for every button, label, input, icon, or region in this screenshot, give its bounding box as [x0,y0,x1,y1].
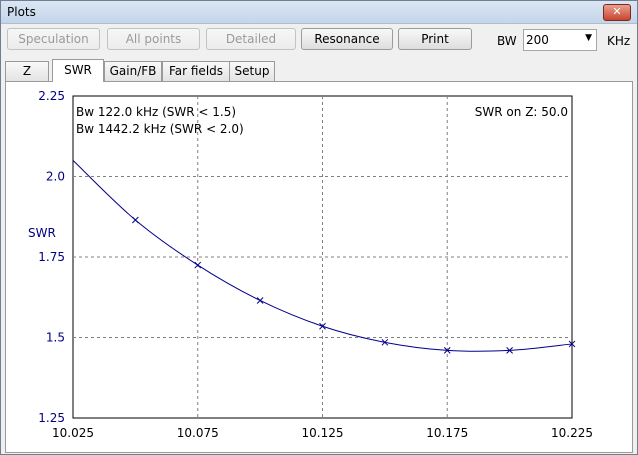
bw-label: BW [497,34,517,48]
y-tick-label: 2.25 [38,89,65,103]
swr-chart: 1.25 1.5 1.75 2.0 2.25 10.025 10.075 10.125 10.1… [28,89,593,440]
resonance-button[interactable]: Resonance [301,28,393,50]
detailed-button[interactable]: Detailed [206,28,296,50]
tab-swr[interactable]: SWR [52,59,104,82]
close-button[interactable]: ✕ [603,4,631,21]
bw-select[interactable]: 200 ▼ [523,29,597,51]
bw-unit: KHz [607,34,631,48]
y-tick-label: 1.5 [46,331,65,345]
plots-window: Plots ✕ Speculation All points Detailed … [0,0,638,455]
bandwidth-annotation: Bw 1442.2 kHz (SWR < 2.0) [76,122,244,136]
tab-gain-fb[interactable]: Gain/FB [104,61,162,81]
y-tick-label: 1.75 [38,250,65,264]
all-points-button[interactable]: All points [107,28,200,50]
tab-setup[interactable]: Setup [229,61,275,81]
toolbar: Speculation All points Detailed Resonanc… [1,26,637,54]
x-tick-label: 10.225 [551,426,593,440]
tab-z[interactable]: Z [5,61,49,81]
swr-impedance-annotation: SWR on Z: 50.0 [475,105,568,119]
tab-far-fields[interactable]: Far fields [162,61,230,81]
x-tick-label: 10.025 [52,426,94,440]
title-bar[interactable]: Plots ✕ [1,1,637,24]
y-axis-label: SWR [28,226,56,240]
speculation-button[interactable]: Speculation [7,28,100,50]
y-tick-label: 2.0 [46,170,65,184]
y-tick-label: 1.25 [38,411,65,425]
swr-plot-panel: 1.25 1.5 1.75 2.0 2.25 10.025 10.075 10.125 10.1… [5,81,633,453]
chevron-down-icon[interactable]: ▼ [585,33,592,43]
x-tick-label: 10.175 [426,426,468,440]
window-title: Plots [7,5,36,19]
bw-value: 200 [526,33,549,47]
bandwidth-annotation: Bw 122.0 kHz (SWR < 1.5) [76,105,236,119]
x-tick-label: 10.075 [177,426,219,440]
print-button[interactable]: Print [398,28,472,50]
x-tick-label: 10.125 [302,426,344,440]
